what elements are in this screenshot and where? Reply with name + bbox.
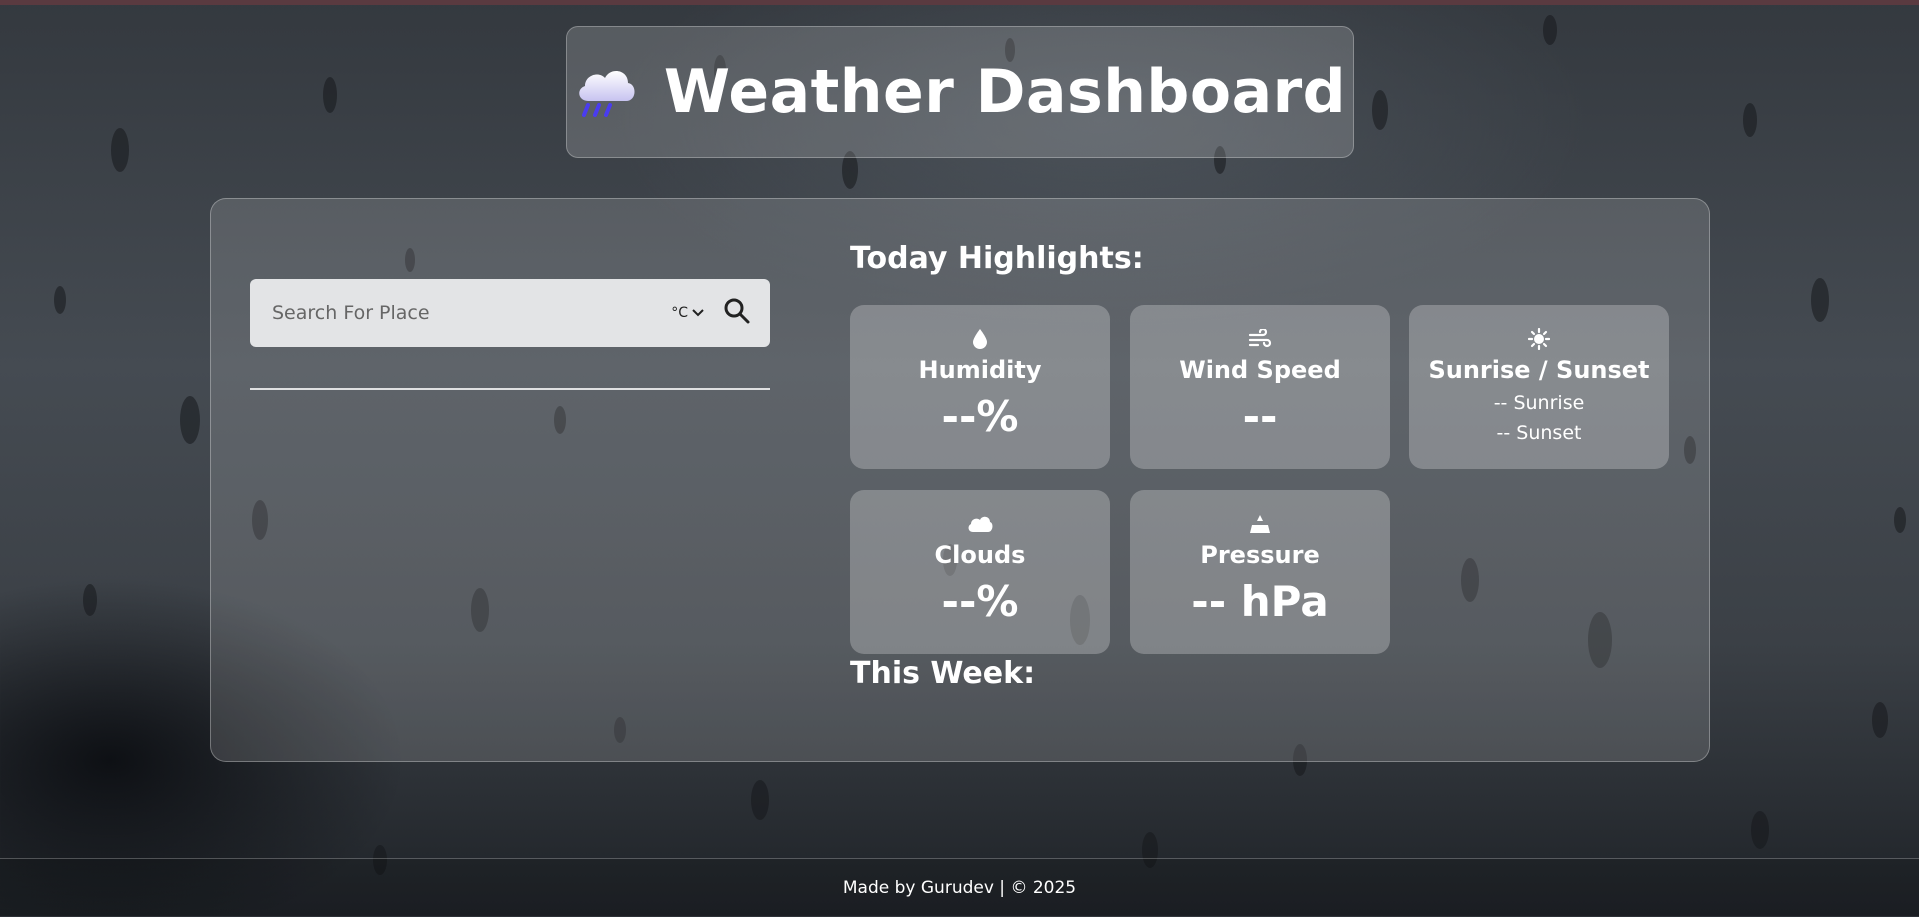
sun-card: Sunrise / Sunset -- Sunrise -- Sunset — [1409, 305, 1669, 469]
unit-label: °C — [671, 305, 688, 321]
cloud-rain-icon — [574, 63, 638, 121]
search-icon — [723, 297, 751, 329]
wind-value: -- — [1242, 392, 1278, 441]
highlights-title: Today Highlights: — [850, 241, 1144, 276]
chevron-down-icon — [692, 305, 704, 321]
search-divider — [250, 388, 770, 390]
title-banner: Weather Dashboard — [566, 26, 1354, 158]
footer: Made by Gurudev | © 2025 — [0, 858, 1919, 917]
sun-label: Sunrise / Sunset — [1428, 356, 1650, 384]
humidity-label: Humidity — [918, 356, 1042, 384]
humidity-value: --% — [941, 392, 1019, 441]
wind-label: Wind Speed — [1179, 356, 1341, 384]
sunset-value: -- Sunset — [1496, 422, 1582, 444]
clouds-label: Clouds — [934, 541, 1026, 569]
unit-select[interactable]: °C — [671, 305, 704, 321]
clouds-card: Clouds --% — [850, 490, 1110, 654]
week-title: This Week: — [850, 656, 1036, 691]
clouds-value: --% — [941, 577, 1019, 626]
sun-icon — [1528, 327, 1550, 351]
footer-text: Made by Gurudev | © 2025 — [842, 878, 1077, 898]
droplet-icon — [972, 327, 988, 351]
page-title: Weather Dashboard — [663, 57, 1347, 127]
pressure-value: -- hPa — [1191, 577, 1329, 626]
wind-card: Wind Speed -- — [1130, 305, 1390, 469]
pressure-card: Pressure -- hPa — [1130, 490, 1390, 654]
search-input[interactable] — [270, 301, 672, 325]
search-button[interactable] — [712, 288, 762, 338]
gauge-icon — [1249, 512, 1271, 536]
wind-icon — [1248, 327, 1272, 351]
cloud-icon — [967, 512, 993, 536]
sunrise-value: -- Sunrise — [1493, 392, 1585, 414]
humidity-card: Humidity --% — [850, 305, 1110, 469]
search-bar: °C — [250, 279, 770, 347]
pressure-label: Pressure — [1200, 541, 1320, 569]
